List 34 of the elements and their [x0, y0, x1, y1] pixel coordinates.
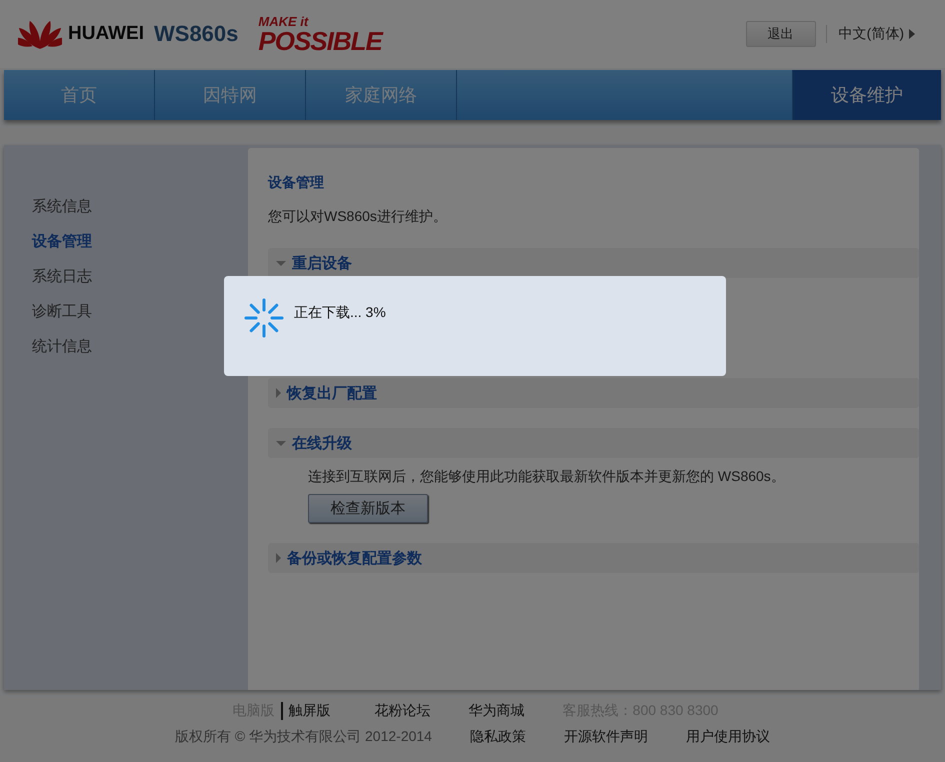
page-title: 设备管理	[268, 174, 325, 192]
slogan-text: MAKE it	[258, 14, 310, 28]
spinner-icon	[244, 298, 284, 338]
footer-link[interactable]: 用户使用协议	[686, 728, 770, 746]
version-link[interactable]: 触屏版	[282, 702, 337, 720]
check-version-button[interactable]: 检查新版本	[308, 494, 428, 523]
section-title: 恢复出厂配置	[287, 384, 377, 402]
nav-tab[interactable]: 家庭网络	[306, 70, 457, 120]
section-header[interactable]: 恢复出厂配置	[268, 378, 919, 408]
section-title: 重启设备	[292, 254, 352, 272]
sidebar-item[interactable]: 系统信息	[4, 189, 248, 224]
progress-message: 正在下载... 3%	[294, 304, 386, 322]
section-header[interactable]: 重启设备	[268, 248, 919, 278]
copyright-text: 版权所有 © 华为技术有限公司 2012-2014	[175, 728, 432, 746]
logout-button[interactable]: 退出	[746, 21, 816, 47]
caret-icon	[909, 29, 915, 39]
footer-link[interactable]: 华为商城	[468, 702, 525, 720]
section-header[interactable]: 备份或恢复配置参数	[268, 543, 919, 573]
nav-tab[interactable]: 设备维护	[793, 70, 941, 120]
model-name: WS860s	[154, 21, 238, 47]
section-title: 备份或恢复配置参数	[287, 548, 422, 568]
footer-link[interactable]: 隐私政策	[470, 728, 526, 746]
nav-tab[interactable]: 因特网	[155, 70, 306, 120]
footer-link[interactable]: 花粉论坛	[374, 702, 431, 720]
brand-name: HUAWEI	[68, 23, 144, 45]
nav-tab[interactable]: 首页	[4, 70, 155, 120]
section-header[interactable]: 在线升级	[268, 428, 919, 458]
language-selector[interactable]: 中文(简体)	[826, 25, 915, 43]
intro-text: 您可以对WS860s进行维护。	[268, 208, 448, 226]
section-text: 连接到互联网后，您能够使用此功能获取最新软件版本并更新您的 WS860s。	[308, 468, 786, 486]
slogan-text: POSSIBLE	[258, 28, 382, 54]
footer-link[interactable]: 开源软件声明	[564, 728, 648, 746]
section-title: 在线升级	[292, 434, 352, 452]
sidebar-item[interactable]: 设备管理	[4, 224, 248, 259]
